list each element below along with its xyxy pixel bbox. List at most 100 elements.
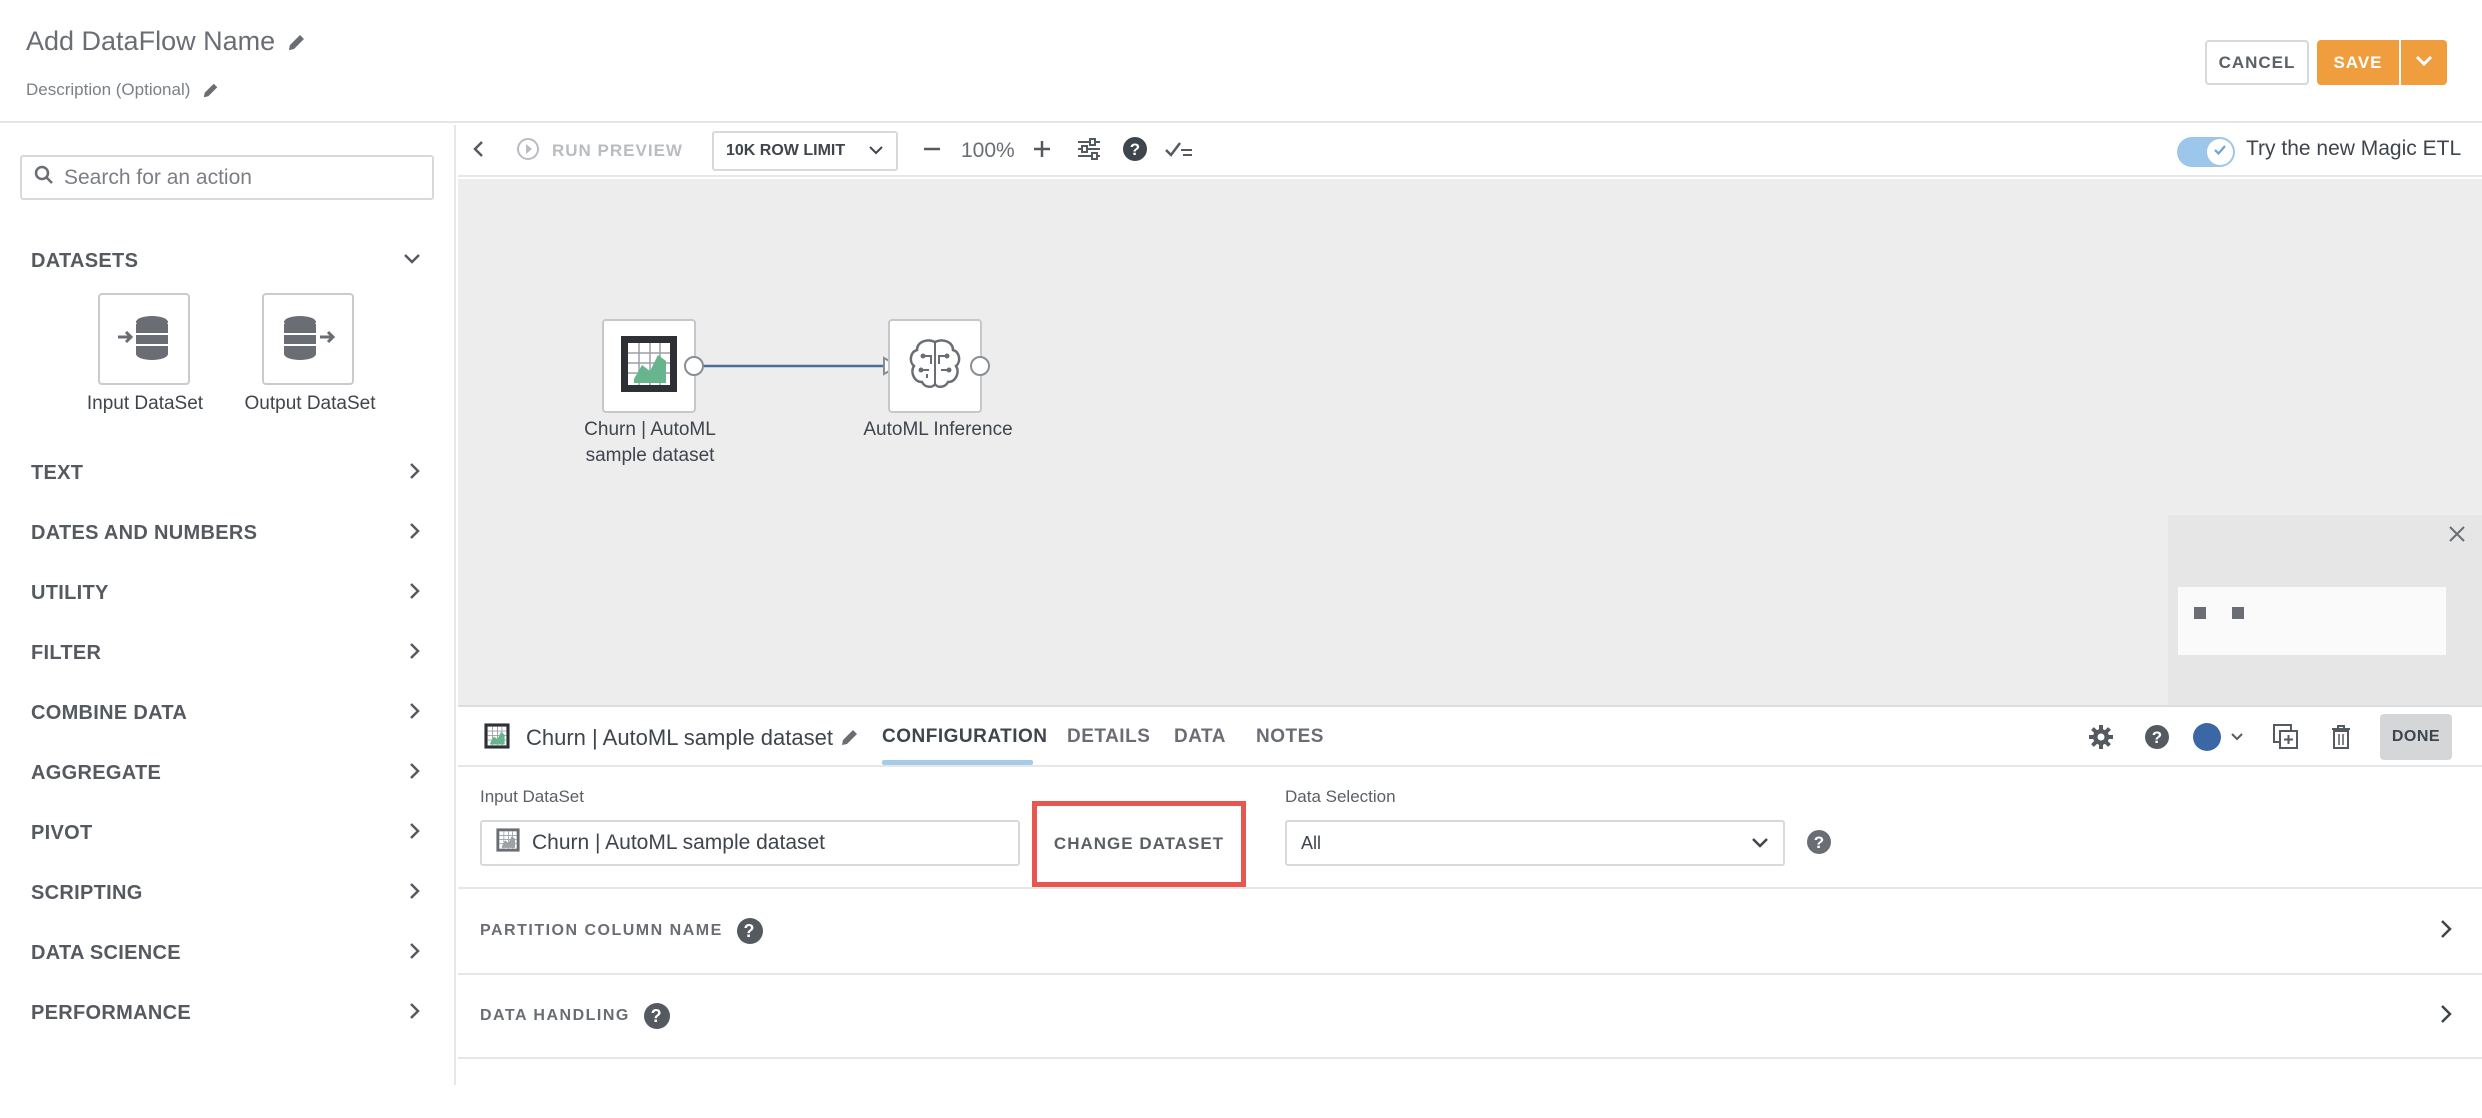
header: Add DataFlow Name Description (Optional)…	[0, 0, 2482, 123]
category-text[interactable]: TEXT	[31, 453, 421, 493]
svg-text:?: ?	[2152, 728, 2162, 747]
dataflow-description[interactable]: Description (Optional)	[26, 80, 190, 100]
toggle-knob	[2207, 139, 2233, 165]
action-search-box[interactable]	[20, 155, 434, 200]
magic-etl-label: Try the new Magic ETL	[2246, 137, 2462, 160]
category-filter[interactable]: FILTER	[31, 633, 421, 673]
input-dataset-value: Churn | AutoML sample dataset	[532, 831, 826, 854]
cancel-button[interactable]: CANCEL	[2205, 40, 2309, 85]
help-icon[interactable]: ?	[643, 1003, 670, 1029]
node-label-line: Churn | AutoML	[584, 419, 716, 440]
minus-icon	[922, 139, 942, 164]
run-preview-button[interactable]: RUN PREVIEW	[516, 125, 683, 177]
done-button[interactable]: DONE	[2380, 714, 2452, 760]
churn-dataset-node-label: Churn | AutoML sample dataset	[558, 417, 742, 469]
data-selection-select[interactable]: All	[1285, 820, 1785, 866]
save-options-button[interactable]	[2401, 40, 2447, 85]
tab-configuration[interactable]: CONFIGURATION	[882, 726, 1048, 748]
input-dataset-field-label: Input DataSet	[480, 787, 584, 806]
color-swatch	[2193, 723, 2221, 751]
tab-data[interactable]: DATA	[1174, 726, 1226, 748]
category-label: AGGREGATE	[31, 761, 162, 784]
category-datasets[interactable]: DATASETS	[31, 241, 421, 281]
output-port[interactable]	[970, 356, 990, 376]
search-input[interactable]	[64, 165, 404, 190]
help-icon[interactable]: ?	[1806, 829, 1832, 860]
input-dataset-field[interactable]: Churn | AutoML sample dataset	[480, 820, 1020, 866]
help-icon: ?	[1122, 136, 1148, 167]
tile-config-panel: Churn | AutoML sample dataset CONFIGURAT…	[458, 705, 2482, 1085]
category-combine-data[interactable]: COMBINE DATA	[31, 693, 421, 733]
chevron-right-icon	[409, 822, 421, 845]
actions-sidebar: DATASETS Input DataSet	[0, 125, 456, 1085]
chevron-right-icon	[409, 582, 421, 605]
edit-description-pencil-icon[interactable]	[202, 81, 220, 99]
output-dataset-tile[interactable]	[262, 293, 354, 385]
dataflow-canvas[interactable]: Churn | AutoML sample dataset AutoML Inf…	[458, 179, 2482, 705]
minimap-node	[2232, 607, 2244, 619]
dataflow-title-row: Add DataFlow Name	[26, 26, 307, 57]
output-dataset-label: Output DataSet	[244, 393, 376, 414]
category-label: PERFORMANCE	[31, 1001, 191, 1024]
edit-tile-name-pencil-icon[interactable]	[840, 727, 860, 752]
magic-etl-toggle[interactable]	[2177, 137, 2235, 167]
category-data-science[interactable]: DATA SCIENCE	[31, 933, 421, 973]
category-scripting[interactable]: SCRIPTING	[31, 873, 421, 913]
row-limit-value: 10K ROW LIMIT	[726, 142, 846, 159]
duplicate-icon[interactable]	[2272, 723, 2300, 756]
edit-title-pencil-icon[interactable]	[287, 32, 307, 52]
close-icon[interactable]	[2448, 525, 2466, 548]
panel-title: Churn | AutoML sample dataset	[526, 725, 833, 750]
save-button[interactable]: SAVE	[2317, 40, 2399, 85]
chevron-left-icon	[472, 140, 484, 163]
minimap-viewport[interactable]	[2178, 587, 2446, 655]
zoom-level: 100%	[961, 139, 1015, 162]
partition-column-header: PARTITION COLUMN NAME ?	[480, 918, 763, 944]
help-icon[interactable]: ?	[736, 918, 763, 944]
tile-color-picker[interactable]	[2191, 721, 2243, 753]
churn-dataset-node[interactable]	[602, 319, 696, 413]
partition-column-label: PARTITION COLUMN NAME	[480, 922, 723, 939]
svg-text:?: ?	[1814, 833, 1824, 852]
tab-details[interactable]: DETAILS	[1067, 726, 1150, 748]
zoom-out-button[interactable]	[922, 125, 942, 177]
data-handling-label: DATA HANDLING	[480, 1007, 630, 1024]
category-pivot[interactable]: PIVOT	[31, 813, 421, 853]
category-utility[interactable]: UTILITY	[31, 573, 421, 613]
help-button[interactable]: ?	[1122, 125, 1148, 177]
output-port[interactable]	[684, 356, 704, 376]
dataflow-title[interactable]: Add DataFlow Name	[26, 26, 275, 57]
gear-icon[interactable]	[2088, 724, 2114, 755]
input-dataset-label: Input DataSet	[86, 393, 204, 414]
layout-settings-button[interactable]	[1076, 125, 1102, 177]
category-datasets-label: DATASETS	[31, 249, 139, 272]
category-dates-and-numbers[interactable]: DATES AND NUMBERS	[31, 513, 421, 553]
category-label: DATES AND NUMBERS	[31, 521, 258, 544]
category-performance[interactable]: PERFORMANCE	[31, 993, 421, 1033]
zoom-in-button[interactable]	[1032, 125, 1052, 177]
chevron-right-icon	[409, 642, 421, 665]
chevron-down-icon	[403, 252, 421, 270]
change-dataset-button[interactable]: CHANGE DATASET	[1054, 834, 1224, 854]
minimap[interactable]	[2168, 515, 2482, 705]
trash-icon[interactable]	[2330, 724, 2352, 755]
input-dataset-tile[interactable]	[98, 293, 190, 385]
help-icon[interactable]: ?	[2144, 724, 2170, 755]
panel-header: Churn | AutoML sample dataset CONFIGURAT…	[458, 707, 2482, 767]
chevron-right-icon	[409, 1002, 421, 1025]
category-label: DATA SCIENCE	[31, 941, 181, 964]
data-handling-header: DATA HANDLING ?	[480, 1003, 670, 1029]
chevron-right-icon	[409, 462, 421, 485]
data-handling-section[interactable]: DATA HANDLING ?	[458, 973, 2482, 1059]
tab-notes[interactable]: NOTES	[1256, 726, 1324, 748]
validate-button[interactable]	[1164, 125, 1194, 177]
canvas-toolbar: RUN PREVIEW 10K ROW LIMIT 100% ? Try the…	[458, 125, 2482, 177]
partition-column-section[interactable]: PARTITION COLUMN NAME ?	[458, 887, 2482, 973]
input-dataset-icon	[114, 312, 174, 367]
automl-inference-node[interactable]	[888, 319, 982, 413]
active-tab-indicator	[882, 760, 1033, 765]
plus-icon	[1032, 139, 1052, 164]
row-limit-select[interactable]: 10K ROW LIMIT	[712, 131, 898, 171]
category-aggregate[interactable]: AGGREGATE	[31, 753, 421, 793]
collapse-sidebar-button[interactable]	[472, 125, 484, 177]
